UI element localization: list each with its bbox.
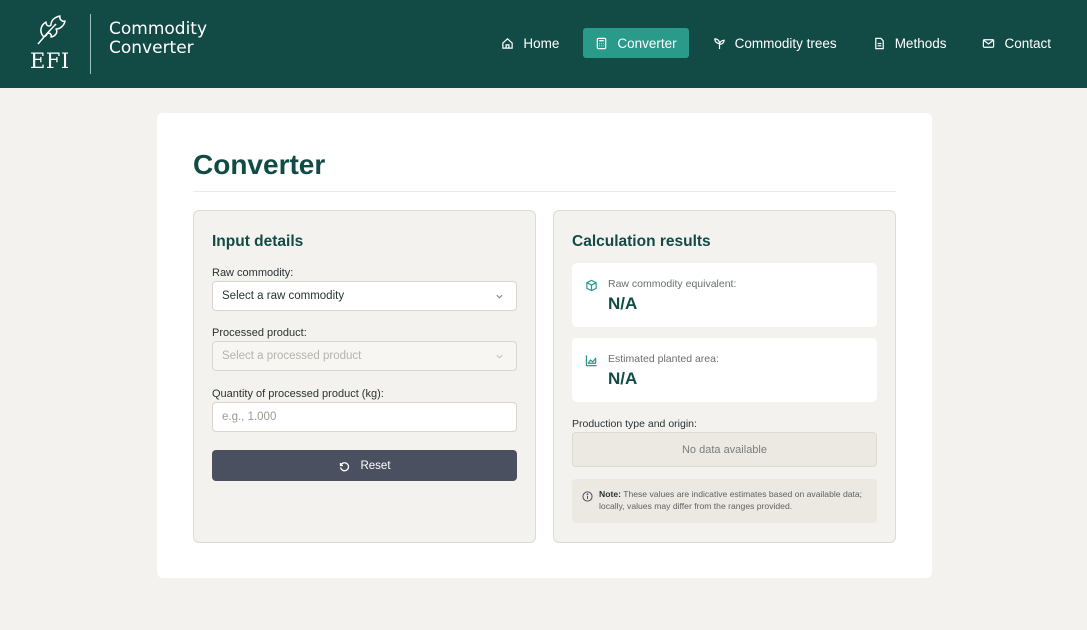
raw-equivalent-value: N/A (608, 294, 638, 313)
note-label: Note: (599, 489, 621, 499)
nav-methods-label: Methods (894, 35, 947, 51)
planted-area-label: Estimated planted area: (608, 353, 719, 365)
brand[interactable]: EFI Commodity Converter (28, 10, 207, 76)
processed-product-label: Processed product: (212, 327, 307, 339)
mail-icon (983, 38, 995, 48)
nav-converter-label: Converter (617, 35, 677, 51)
calculation-results-panel: Calculation results Raw commodity equiva… (553, 210, 896, 543)
quantity-input[interactable]: e.g., 1.000 (212, 402, 517, 432)
quantity-label: Quantity of processed product (kg): (212, 388, 384, 400)
raw-commodity-select-value: Select a raw commodity (222, 290, 345, 302)
title-divider (193, 191, 896, 192)
nav-contact[interactable]: Contact (970, 28, 1063, 58)
efi-logo: EFI (28, 13, 74, 73)
processed-product-select-value: Select a processed product (222, 350, 362, 362)
production-type-value: No data available (572, 432, 877, 467)
page-title: Converter (193, 149, 326, 180)
planted-area-card: Estimated planted area: N/A (572, 338, 877, 402)
leaf-logo-icon (37, 15, 66, 45)
chevron-down-icon (496, 354, 503, 359)
converter-card: Converter Input details Raw commodity: S… (157, 113, 932, 578)
nav-commodity-trees-label: Commodity trees (734, 35, 837, 51)
nav-home[interactable]: Home (489, 28, 571, 58)
package-icon (586, 279, 597, 292)
planted-area-value: N/A (608, 369, 638, 388)
main-nav: Home Converter Commodity trees Methods C… (477, 28, 1063, 58)
raw-equivalent-card: Raw commodity equivalent: N/A (572, 263, 877, 327)
production-type-label: Production type and origin: (572, 418, 697, 430)
input-details-panel: Input details Raw commodity: Select a ra… (193, 210, 536, 543)
raw-commodity-label: Raw commodity: (212, 267, 294, 279)
nav-commodity-trees[interactable]: Commodity trees (701, 28, 849, 58)
note-body: These values are indicative estimates ba… (599, 489, 863, 511)
reset-button[interactable]: Reset (212, 450, 517, 481)
area-chart-icon (585, 355, 597, 367)
chevron-down-icon (496, 294, 503, 299)
brand-divider (90, 14, 91, 74)
raw-equivalent-label: Raw commodity equivalent: (608, 278, 737, 290)
home-icon (502, 37, 514, 49)
nav-methods[interactable]: Methods (861, 28, 959, 58)
nav-converter[interactable]: Converter (583, 28, 689, 58)
sprout-icon (713, 37, 725, 49)
reset-button-label: Reset (360, 459, 391, 472)
app-title: Commodity Converter (109, 19, 208, 58)
calculator-icon (597, 37, 607, 49)
calculation-results-title: Calculation results (572, 233, 711, 250)
top-navbar: EFI Commodity Converter Home Converter C… (0, 0, 1087, 88)
note-box: Note: These values are indicative estima… (572, 479, 877, 523)
raw-commodity-select[interactable]: Select a raw commodity (212, 281, 517, 311)
input-details-title: Input details (212, 233, 304, 250)
quantity-input-placeholder: e.g., 1.000 (222, 411, 277, 423)
processed-product-select[interactable]: Select a processed product (212, 341, 517, 371)
nav-contact-label: Contact (1004, 35, 1051, 51)
logo-text: EFI (30, 49, 70, 73)
nav-home-label: Home (523, 35, 560, 51)
info-icon (582, 491, 593, 502)
note-text: Note: These values are indicative estima… (599, 488, 869, 512)
document-icon (874, 37, 884, 49)
reset-icon (340, 461, 350, 471)
